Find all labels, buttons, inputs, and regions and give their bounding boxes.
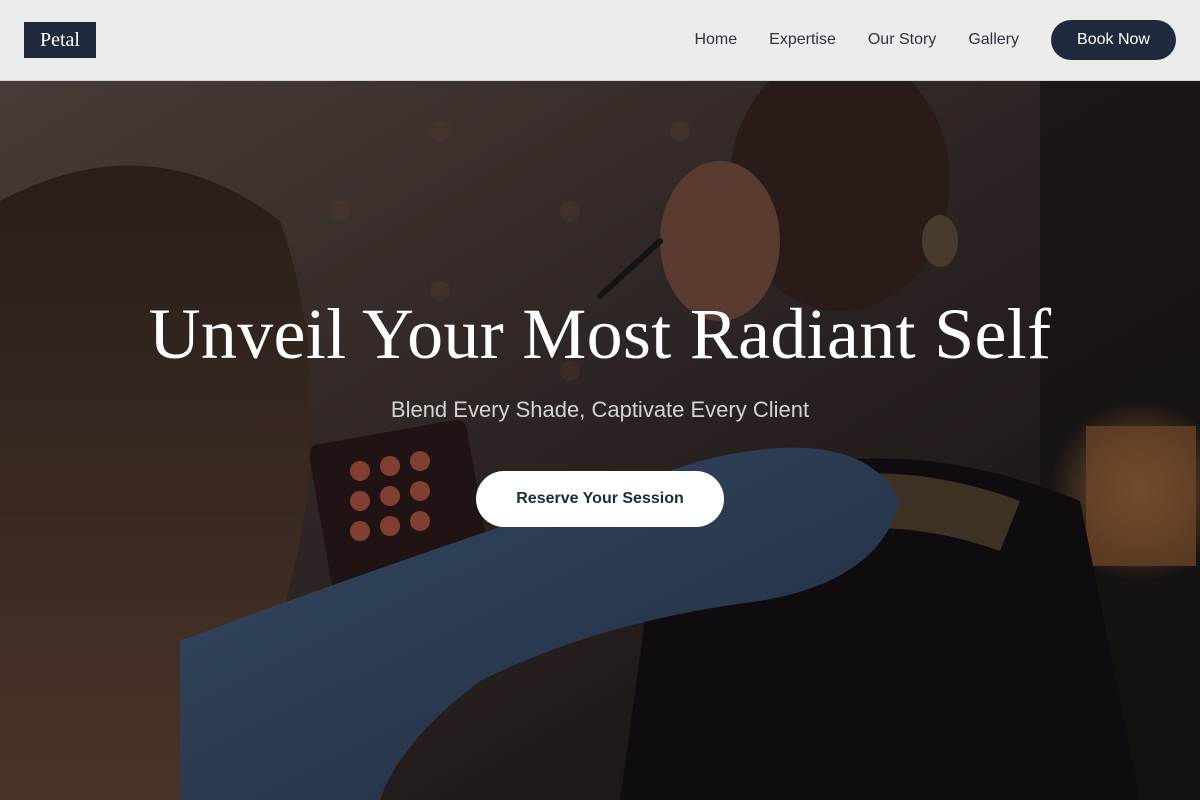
nav-link-gallery[interactable]: Gallery — [968, 31, 1019, 49]
main-nav: Home Expertise Our Story Gallery Book No… — [694, 20, 1176, 60]
hero-title: Unveil Your Most Radiant Self — [148, 294, 1052, 374]
book-now-button[interactable]: Book Now — [1051, 20, 1176, 60]
reserve-session-button[interactable]: Reserve Your Session — [476, 471, 724, 527]
brand-logo[interactable]: Petal — [24, 22, 96, 58]
nav-link-expertise[interactable]: Expertise — [769, 31, 836, 49]
site-header: Petal Home Expertise Our Story Gallery B… — [0, 0, 1200, 81]
hero-subtitle: Blend Every Shade, Captivate Every Clien… — [390, 397, 810, 422]
hero-section: Unveil Your Most Radiant Self Blend Ever… — [0, 81, 1200, 800]
hero-content: Unveil Your Most Radiant Self Blend Ever… — [0, 81, 1200, 800]
nav-link-our-story[interactable]: Our Story — [868, 31, 936, 49]
nav-link-home[interactable]: Home — [694, 31, 737, 49]
